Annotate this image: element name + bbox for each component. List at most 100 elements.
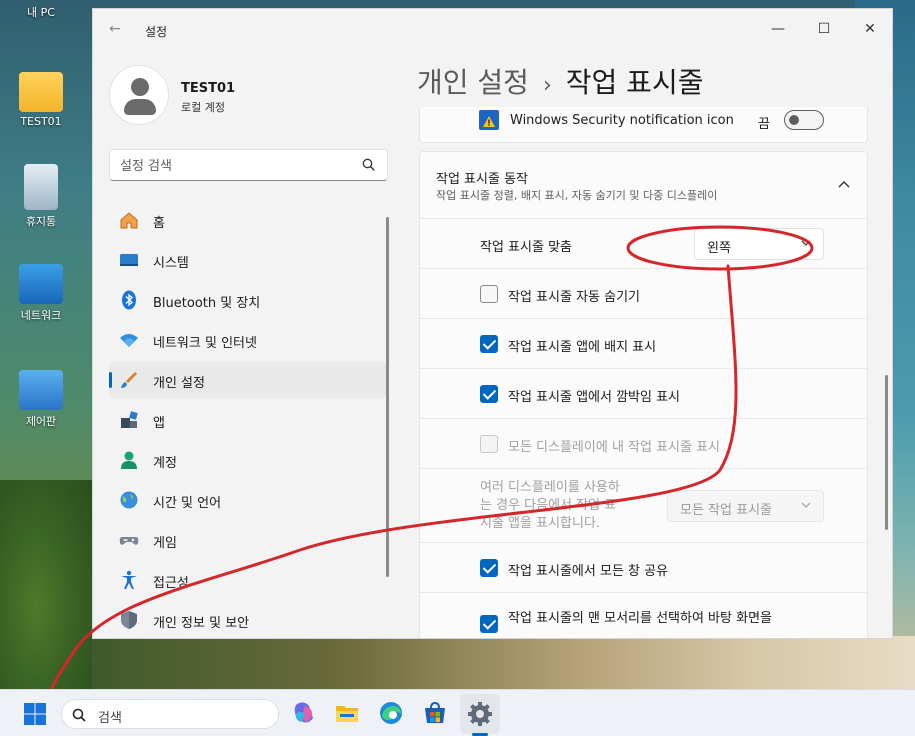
search-icon [72,708,86,722]
desktop-icon-label: 휴지통 [25,215,57,228]
wallpaper-foliage [0,480,92,690]
sidebar-item-time-language[interactable]: 시간 및 언어 [109,482,386,518]
apps-icon [121,411,138,428]
sidebar-item-apps[interactable]: 앱 [109,402,386,438]
globe-icon [120,491,138,509]
auto-hide-label: 작업 표시줄 자동 숨기기 [508,290,640,305]
breadcrumb: 개인 설정 › 작업 표시줄 [417,61,703,101]
edge-icon[interactable] [378,700,404,726]
security-notification-row: Windows Security notification icon 끔 [419,107,868,143]
network-icon [19,264,63,304]
search-icon [362,158,375,171]
avatar [109,65,169,125]
wifi-icon [120,334,138,347]
desktop-icon-recycle-bin[interactable]: 휴지통 [10,164,72,229]
security-notification-toggle[interactable] [784,110,824,130]
show-flashing-checkbox[interactable] [480,385,498,403]
taskbar-alignment-dropdown[interactable]: 왼쪽 [694,228,824,260]
content-scrollbar[interactable] [885,375,888,530]
store-icon[interactable] [422,700,448,726]
sidebar-item-network[interactable]: 네트워크 및 인터넷 [109,322,386,358]
show-badges-checkbox[interactable] [480,335,498,353]
all-displays-label: 모든 디스플레이에 내 작업 표시줄 표시 [508,440,721,455]
desktop-icon-folder[interactable]: TEST01 [10,72,72,128]
chevron-down-icon [801,240,811,246]
taskbar-search-text: 검색 [98,711,122,726]
sidebar-item-accounts[interactable]: 계정 [109,442,386,478]
control-panel-icon [19,370,63,410]
desktop-icon-network[interactable]: 네트워크 [10,264,72,323]
taskbar-settings-content: Windows Security notification icon 끔 작업 … [419,107,868,638]
sidebar-item-gaming[interactable]: 게임 [109,522,386,558]
multi-display-label: 여러 디스플레이를 사용하 는 경우 다음에서 작업 표 시줄 앱을 표시합니다… [480,479,620,533]
taskbar-search-box[interactable]: 검색 [61,699,279,729]
maximize-button[interactable]: ☐ [801,15,847,43]
show-badges-row[interactable]: 작업 표시줄 앱에 배지 표시 [420,318,867,368]
profile-name: TEST01 [181,81,236,96]
show-flashing-row[interactable]: 작업 표시줄 앱에서 깜박임 표시 [420,368,867,418]
multi-display-label-line: 여러 디스플레이를 사용하 [480,480,620,495]
taskbar-behaviors-subtitle: 작업 표시줄 정렬, 배지 표시, 자동 숨기기 및 다중 디스플레이 [436,189,718,202]
settings-search-input[interactable] [120,156,350,176]
taskbar-behaviors-header[interactable]: 작업 표시줄 동작 작업 표시줄 정렬, 배지 표시, 자동 숨기기 및 다중 … [420,152,867,218]
sidebar-nav: 홈 시스템 Bluetooth 및 장치 네트워크 및 인터넷 개인 설정 앱 … [109,202,386,638]
all-displays-row: 모든 디스플레이에 내 작업 표시줄 표시 [420,418,867,468]
windows-start-icon[interactable] [23,702,47,726]
brush-icon [121,372,137,388]
desktop-icon-control-panel[interactable]: 제어판 [10,370,72,429]
sidebar-item-label: 계정 [153,456,177,471]
desktop-icon-label: TEST01 [20,115,62,128]
sidebar-item-label: 앱 [153,416,165,431]
home-icon [120,212,138,229]
back-arrow-icon[interactable]: ← [109,21,121,37]
corner-desktop-checkbox[interactable] [480,615,498,633]
sidebar-item-privacy-security[interactable]: 개인 정보 및 보안 [109,602,386,638]
windows-security-icon [479,110,499,130]
sidebar-item-home[interactable]: 홈 [109,202,386,238]
share-windows-label: 작업 표시줄에서 모든 창 공유 [508,564,669,579]
bluetooth-icon [122,290,136,310]
sidebar-item-label: Bluetooth 및 장치 [153,296,261,311]
sidebar-item-accessibility[interactable]: 접근성 [109,562,386,598]
corner-desktop-row[interactable]: 작업 표시줄의 맨 모서리를 선택하여 바탕 화면을 [420,592,867,638]
share-windows-row[interactable]: 작업 표시줄에서 모든 창 공유 [420,542,867,592]
shield-icon [121,611,137,629]
taskbar: 검색 [0,689,915,736]
show-flashing-label: 작업 표시줄 앱에서 깜박임 표시 [508,390,681,405]
sidebar-item-label: 게임 [153,536,177,551]
close-button[interactable]: ✕ [847,15,892,43]
page-title: 작업 표시줄 [565,66,704,99]
copilot-icon[interactable] [291,700,317,726]
sidebar-item-label: 시간 및 언어 [153,496,222,511]
multi-display-dropdown: 모든 작업 표시줄 [667,490,824,522]
auto-hide-row[interactable]: 작업 표시줄 자동 숨기기 [420,268,867,318]
sidebar-item-bluetooth[interactable]: Bluetooth 및 장치 [109,282,386,318]
taskbar-behaviors-card: 작업 표시줄 동작 작업 표시줄 정렬, 배지 표시, 자동 숨기기 및 다중 … [419,151,868,638]
title-bar: ← 설정 — ☐ ✕ [93,9,892,49]
minimize-button[interactable]: — [755,15,801,43]
all-displays-checkbox [480,435,498,453]
breadcrumb-separator: › [542,73,552,98]
settings-window: ← 설정 — ☐ ✕ TEST01 로컬 계정 홈 시스템 [92,8,893,639]
auto-hide-checkbox[interactable] [480,285,498,303]
sidebar-item-system[interactable]: 시스템 [109,242,386,278]
sidebar-item-label: 홈 [153,216,165,231]
recycle-bin-icon [24,164,58,210]
system-icon [120,254,138,266]
window-title: 설정 [145,25,168,39]
desktop-icon-this-pc[interactable]: 내 PC [10,4,72,20]
file-explorer-icon[interactable] [334,700,360,726]
profile-account-type: 로컬 계정 [181,101,225,114]
sidebar-item-personalization[interactable]: 개인 설정 [109,362,386,398]
taskbar-settings-button[interactable] [460,694,500,734]
accessibility-icon [121,570,137,589]
settings-icon [468,702,492,726]
chevron-up-icon[interactable] [838,180,850,188]
breadcrumb-parent[interactable]: 개인 설정 [417,66,529,99]
security-notification-state: 끔 [758,117,770,132]
settings-search-box[interactable] [109,149,388,181]
share-windows-checkbox[interactable] [480,559,498,577]
multi-display-label-line: 시줄 앱을 표시합니다. [480,516,601,531]
taskbar-alignment-row: 작업 표시줄 맞춤 왼쪽 [420,218,867,268]
sidebar-scrollbar[interactable] [386,217,389,577]
